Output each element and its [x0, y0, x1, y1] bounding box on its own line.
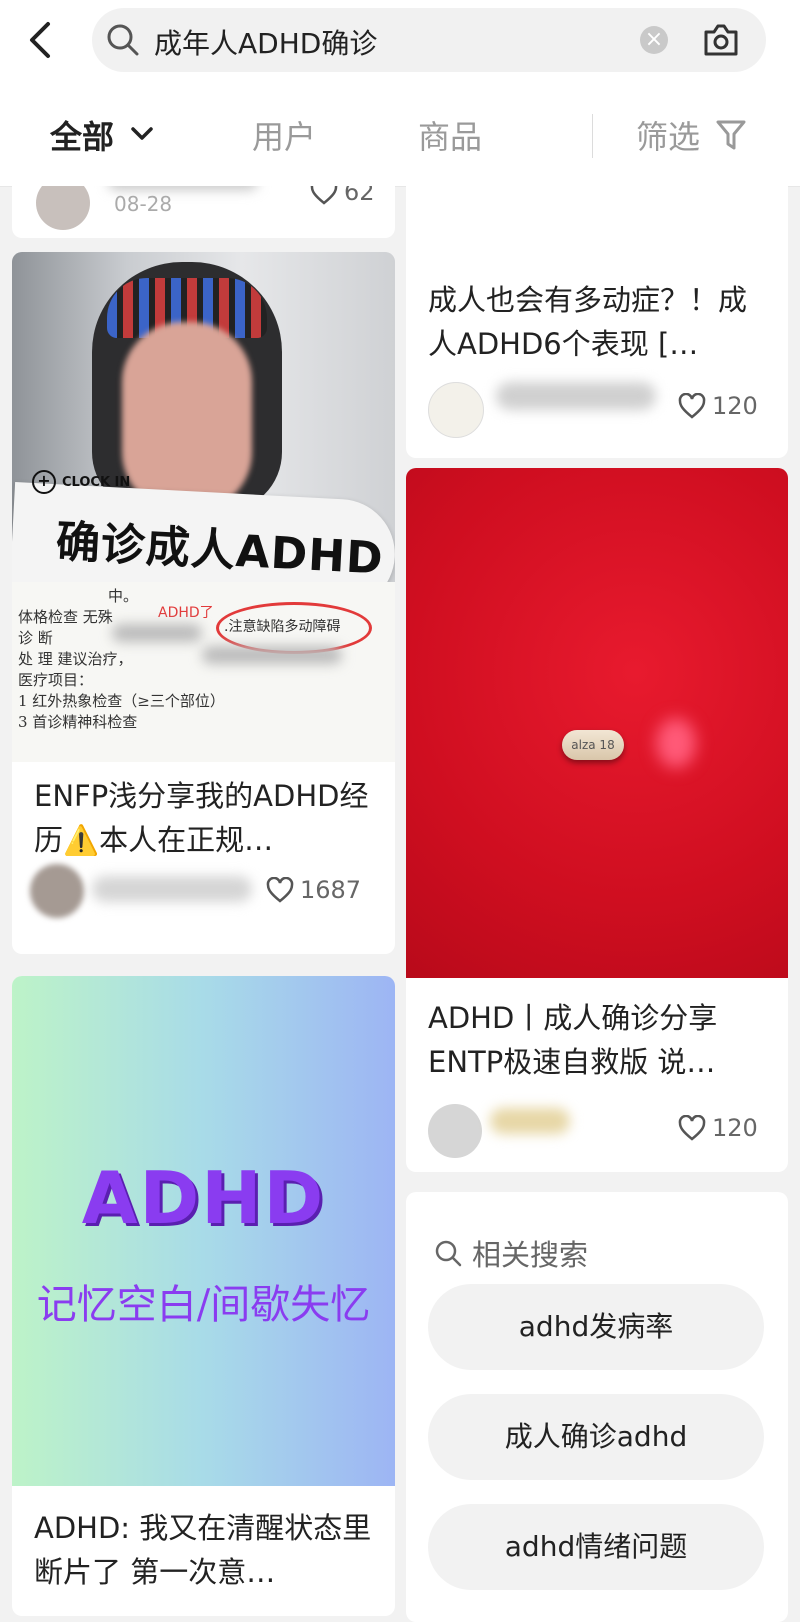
medical-document: 中。 体格检查 无殊 诊 断 处 理 建议治疗， 医疗项目： 1 红外热象检查（…	[12, 582, 395, 762]
related-search-item[interactable]: adhd发病率	[428, 1284, 764, 1370]
note-card[interactable]: 成人也会有多动症？！成人ADHD6个表现 [… 120	[406, 186, 788, 458]
avatar	[30, 864, 84, 918]
note-title[interactable]: 成人也会有多动症？！成人ADHD6个表现 […	[428, 278, 768, 366]
clock-in-badge: + CLOCK IN	[32, 470, 130, 494]
pill: alza 18	[562, 730, 624, 760]
related-search-item[interactable]: 成人确诊adhd	[428, 1394, 764, 1480]
clear-search-icon[interactable]: ×	[640, 26, 668, 54]
tab-filter[interactable]: 筛选	[636, 112, 700, 158]
blurred-username	[108, 186, 258, 190]
note-card[interactable]: 08-28 62	[12, 186, 395, 238]
heart-icon	[266, 877, 294, 903]
note-card[interactable]: alza 18 ADHD丨成人确诊分享ENTP极速自救版 说… 120	[406, 468, 788, 1172]
heart-icon	[678, 1115, 706, 1141]
like-count: 1687	[300, 876, 362, 904]
blurred-spot	[656, 718, 696, 768]
like-count: 62	[344, 186, 375, 206]
search-icon	[107, 24, 139, 56]
tab-divider	[592, 114, 593, 158]
related-search-item[interactable]: adhd情绪问题	[428, 1504, 764, 1590]
blurred-face	[122, 322, 252, 512]
tab-users[interactable]: 用户	[252, 112, 316, 158]
filter-icon[interactable]	[716, 118, 746, 152]
blurred-username	[496, 382, 656, 410]
cover-subtitle: 记忆空白/间歇失忆	[36, 1282, 371, 1328]
chevron-down-icon[interactable]	[130, 126, 154, 142]
note-card[interactable]: + CLOCK IN 确诊成人ADHD 中。 体格检查 无殊 诊 断 处 理 建…	[12, 252, 395, 954]
highlighted-diagnosis: .注意缺陷多动障碍	[224, 619, 341, 635]
blurred-text	[112, 624, 202, 642]
note-cover-image: + CLOCK IN 确诊成人ADHD 中。 体格检查 无殊 诊 断 处 理 建…	[12, 252, 395, 762]
blurred-text	[202, 646, 342, 664]
back-icon[interactable]	[22, 18, 62, 62]
search-input[interactable]: 成年人ADHD确诊	[154, 22, 377, 62]
heart-icon	[678, 393, 706, 419]
tab-all[interactable]: 全部	[50, 112, 114, 158]
post-date: 08-28	[114, 192, 173, 216]
note-title[interactable]: ENFP浅分享我的ADHD经历⚠️本人在正规…	[34, 774, 374, 862]
cover-title: ADHD	[81, 1156, 326, 1240]
blurred-username	[92, 876, 252, 902]
like-count: 120	[712, 392, 758, 420]
note-title[interactable]: ADHD丨成人确诊分享ENTP极速自救版 说…	[428, 996, 768, 1084]
note-title[interactable]: ADHD: 我又在清醒状态里断片了 第一次意…	[34, 1506, 374, 1594]
search-box[interactable]: 成年人ADHD确诊 ×	[92, 8, 766, 72]
avatar	[428, 382, 484, 438]
camera-icon[interactable]	[702, 22, 740, 58]
like-button[interactable]: 120	[678, 392, 758, 420]
top-bar: 成年人ADHD确诊 × 全部 用户 商品 筛选	[0, 0, 800, 187]
annotation-text: ADHD了	[158, 605, 214, 621]
note-cover-image: ADHD 记忆空白/间歇失忆	[12, 976, 395, 1486]
like-button[interactable]: 62	[310, 186, 375, 206]
blurred-username	[490, 1108, 570, 1134]
note-card[interactable]: ADHD 记忆空白/间歇失忆 ADHD: 我又在清醒状态里断片了 第一次意…	[12, 976, 395, 1616]
avatar	[36, 186, 90, 230]
related-search-card: 相关搜索 adhd发病率 成人确诊adhd adhd情绪问题	[406, 1192, 788, 1622]
heart-icon	[310, 186, 338, 205]
like-count: 120	[712, 1114, 758, 1142]
search-icon	[435, 1240, 462, 1267]
note-cover-image: alza 18	[406, 468, 788, 978]
avatar	[428, 1104, 482, 1158]
tab-products[interactable]: 商品	[418, 112, 482, 158]
like-button[interactable]: 120	[678, 1114, 758, 1142]
related-search-label: 相关搜索	[434, 1232, 588, 1274]
like-button[interactable]: 1687	[266, 876, 361, 904]
